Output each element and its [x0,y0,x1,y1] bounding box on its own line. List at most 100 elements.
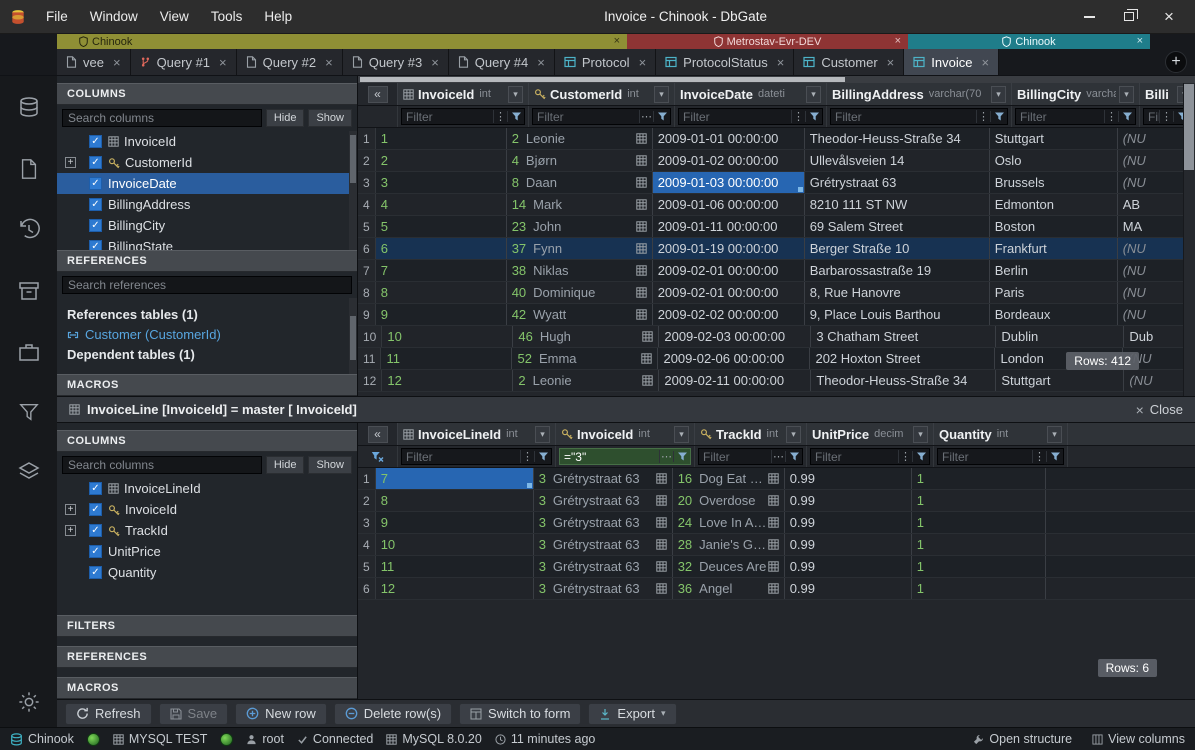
open-reference-icon[interactable] [636,155,647,166]
archive-icon[interactable] [17,279,41,303]
column-header-billingaddress[interactable]: BillingAddressvarchar(70▾ [827,83,1012,105]
column-header-quantity[interactable]: Quantityint▾ [934,423,1068,445]
cell-invoicelineid[interactable]: 8 [376,490,534,511]
funnel-icon[interactable] [1046,451,1063,462]
export-button[interactable]: Export ▾ [588,703,676,725]
show-button[interactable]: Show [308,109,352,127]
cell-customerid[interactable]: 23John [507,216,653,237]
tab-close-icon[interactable]: × [219,55,227,70]
cell-invoiceid[interactable]: 3Grétrystraat 63 [534,490,673,511]
filter-input[interactable]: Filter⋮ [401,448,552,465]
filters-section-header[interactable]: FILTERS [57,615,357,637]
row-number[interactable]: 2 [358,150,376,171]
switch-to-form-button[interactable]: Switch to form [459,703,581,725]
cell-trackid[interactable]: 32Deuces Are [673,556,785,577]
macros-section-header[interactable]: MACROS [57,374,357,396]
cell-invoiceid[interactable]: 3Grétrystraat 63 [534,512,673,533]
tab-close-icon[interactable]: × [325,55,333,70]
funnel-icon[interactable] [785,451,802,462]
column-header-trackid[interactable]: TrackIdint▾ [695,423,807,445]
filter-input[interactable]: Filter⋮ [810,448,930,465]
scrollbar-thumb[interactable] [360,77,845,82]
column-tree-item-invoicelineid[interactable]: ✓InvoiceLineId [57,478,357,499]
cell-customerid[interactable]: 40Dominique [507,282,653,303]
row-number[interactable]: 10 [358,326,382,347]
column-tree-item-invoiceid[interactable]: ✓InvoiceId [57,131,357,152]
cell-invoicelineid[interactable]: 7 [376,468,534,489]
cell-quantity[interactable]: 1 [912,578,1046,599]
hide-button[interactable]: Hide [266,109,305,127]
table-row[interactable]: 5523John2009-01-11 00:00:0069 Salem Stre… [358,216,1195,238]
column-checkbox[interactable]: ✓ [89,198,102,211]
cell-billingcity[interactable]: Oslo [990,150,1118,171]
cell-billingaddress[interactable]: Berger Straße 10 [805,238,990,259]
funnel-icon[interactable] [912,451,929,462]
cell-customerid[interactable]: 8Daan [507,172,653,193]
tab-vee[interactable]: vee× [57,49,131,75]
cell-billingcity[interactable]: Paris [990,282,1118,303]
cell-unitprice[interactable]: 0.99 [785,512,912,533]
filter-menu-icon[interactable]: ⋮ [520,450,534,463]
scrollbar-thumb[interactable] [350,135,356,183]
cell-billingaddress[interactable]: Theodor-Heuss-Straße 34 [811,370,996,391]
tab-group-chinook-2[interactable]: Chinook × [908,34,1150,49]
vertical-scrollbar[interactable] [1183,83,1195,396]
cell-billingcity[interactable]: Boston [990,216,1118,237]
column-tree-item-customerid[interactable]: +✓CustomerId [57,152,357,173]
row-number[interactable]: 6 [358,578,376,599]
cell-billingaddress[interactable]: Grétrystraat 63 [805,172,990,193]
column-header-unitprice[interactable]: UnitPricedecim▾ [807,423,934,445]
cell-invoiceid[interactable]: 6 [376,238,507,259]
filter-menu-icon[interactable]: ⋮ [1032,450,1046,463]
tab-close-icon[interactable]: × [537,55,545,70]
cell-billingaddress[interactable]: 8, Rue Hanovre [805,282,990,303]
filter-menu-icon[interactable]: ⋮ [1104,110,1118,123]
funnel-icon[interactable] [653,111,670,122]
column-header-invoicedate[interactable]: InvoiceDatedateti▾ [675,83,827,105]
status-connection[interactable]: MYSQL TEST [113,732,208,746]
restore-button[interactable] [1109,0,1149,33]
filter-input[interactable]: Filter⋮ [1015,108,1136,125]
filter-menu-icon[interactable]: ⋯ [771,450,785,463]
funnel-icon[interactable] [507,111,524,122]
open-reference-icon[interactable] [656,539,667,550]
open-reference-icon[interactable] [656,583,667,594]
cell-customerid[interactable]: 52Emma [512,348,658,369]
funnel-icon[interactable] [990,111,1007,122]
cell-quantity[interactable]: 1 [912,534,1046,555]
row-number[interactable]: 11 [358,348,381,369]
funnel-icon[interactable] [1118,111,1135,122]
cell-invoiceid[interactable]: 10 [382,326,513,347]
column-header-customerid[interactable]: CustomerIdint▾ [529,83,675,105]
cell-billingaddress[interactable]: 8210 111 ST NW [805,194,990,215]
reference-link-customer[interactable]: Customer (CustomerId) [67,327,347,342]
cell-invoicedate[interactable]: 2009-01-03 00:00:00 [653,172,805,193]
cell-customerid[interactable]: 37Fynn [507,238,653,259]
column-header-invoiceid[interactable]: InvoiceIdint▾ [556,423,695,445]
cell-customerid[interactable]: 4Bjørn [507,150,653,171]
table-row[interactable]: 283Grétrystraat 6320Overdose0.991 [358,490,1195,512]
table-row[interactable]: 12122Leonie2009-02-11 00:00:00Theodor-He… [358,370,1195,392]
cell-unitprice[interactable]: 0.99 [785,534,912,555]
cell-customerid[interactable]: 2Leonie [513,370,659,391]
open-reference-icon[interactable] [636,199,647,210]
tab-close-icon[interactable]: × [639,55,647,70]
save-button[interactable]: Save [159,703,229,725]
filter-input[interactable]: Filter⋮ [678,108,823,125]
cell-invoiceid[interactable]: 12 [382,370,513,391]
row-number[interactable]: 1 [358,128,376,149]
cell-customerid[interactable]: 14Mark [507,194,653,215]
row-number[interactable]: 4 [358,194,376,215]
menu-help[interactable]: Help [254,0,302,33]
column-tree-item-quantity[interactable]: ✓Quantity [57,562,357,583]
column-tree-item-billingstate[interactable]: ✓BillingState [57,236,357,250]
filter-menu-icon[interactable]: ⋮ [898,450,912,463]
new-row-button[interactable]: New row [235,703,327,725]
cell-unitprice[interactable]: 0.99 [785,578,912,599]
column-checkbox[interactable]: ✓ [89,156,102,169]
tab-protocol[interactable]: Protocol× [555,49,656,75]
files-icon[interactable] [18,157,40,181]
horizontal-scrollbar[interactable] [358,76,1195,83]
row-number[interactable]: 7 [358,260,376,281]
cell-invoiceid[interactable]: 5 [376,216,507,237]
